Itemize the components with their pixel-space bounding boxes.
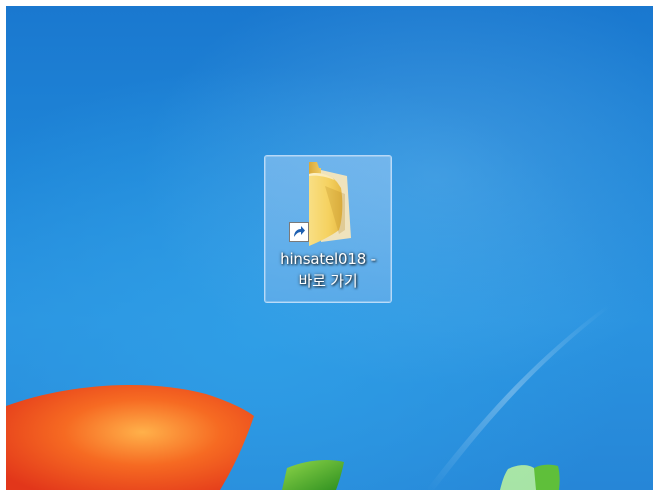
shortcut-arrow-icon [289,222,309,242]
shortcut-label-line2: 바로 가기 [298,272,358,290]
shortcut-label-line1: hinsatel018 - [280,250,376,268]
desktop[interactable]: hinsatel018 - 바로 가기 [6,6,653,490]
shortcut-icon[interactable]: hinsatel018 - 바로 가기 [264,155,392,303]
shortcut-label: hinsatel018 - 바로 가기 [267,248,389,292]
